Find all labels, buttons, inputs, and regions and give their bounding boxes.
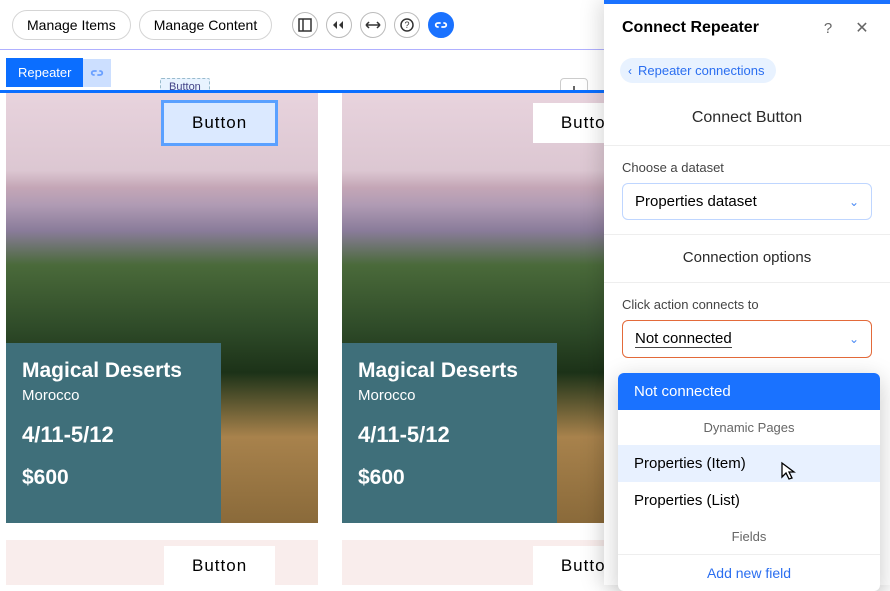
card-subtitle: Morocco bbox=[22, 387, 205, 404]
panel-header: Connect Repeater ? ✕ bbox=[604, 4, 890, 50]
dropdown-option-not-connected[interactable]: Not connected bbox=[618, 373, 880, 410]
svg-text:?: ? bbox=[405, 20, 410, 30]
card-button[interactable]: Button bbox=[164, 546, 275, 586]
section-connection-options: Connection options bbox=[604, 234, 890, 283]
layout-icon[interactable] bbox=[292, 12, 318, 38]
repeater-chip: Repeater bbox=[6, 58, 111, 87]
repeater-item[interactable]: Button bbox=[6, 540, 318, 585]
panel-title: Connect Repeater bbox=[622, 19, 818, 37]
chevron-down-icon: ⌄ bbox=[849, 195, 859, 209]
click-action-dropdown: Not connected Dynamic Pages Properties (… bbox=[618, 373, 880, 591]
close-icon[interactable]: ✕ bbox=[852, 18, 872, 38]
connect-data-icon[interactable] bbox=[428, 12, 454, 38]
manage-content-button[interactable]: Manage Content bbox=[139, 10, 273, 40]
back-chip[interactable]: ‹ Repeater connections bbox=[620, 58, 776, 83]
repeater-label[interactable]: Repeater bbox=[6, 58, 83, 87]
section-connect-button: Connect Button bbox=[604, 97, 890, 146]
chevron-down-icon: ⌄ bbox=[849, 332, 859, 346]
cursor-icon bbox=[780, 461, 798, 483]
dataset-label: Choose a dataset bbox=[622, 160, 872, 175]
card-info: Magical Deserts Morocco 4/11-5/12 $600 bbox=[6, 343, 221, 523]
card-info: Magical Deserts Morocco 4/11-5/12 $600 bbox=[342, 343, 557, 523]
add-new-field-button[interactable]: Add new field bbox=[618, 554, 880, 591]
dropdown-option-properties-list[interactable]: Properties (List) bbox=[618, 482, 880, 519]
card-button[interactable]: Button bbox=[164, 103, 275, 143]
dropdown-group-fields: Fields bbox=[618, 519, 880, 554]
repeater-connect-icon[interactable] bbox=[83, 59, 111, 87]
back-label: Repeater connections bbox=[638, 63, 764, 78]
card-dates: 4/11-5/12 bbox=[358, 422, 541, 448]
card-price: $600 bbox=[358, 466, 541, 490]
manage-items-button[interactable]: Manage Items bbox=[12, 10, 131, 40]
animation-icon[interactable] bbox=[326, 12, 352, 38]
connect-panel: Connect Repeater ? ✕ ‹ Repeater connecti… bbox=[604, 0, 890, 585]
stretch-icon[interactable] bbox=[360, 12, 386, 38]
chevron-left-icon: ‹ bbox=[628, 64, 632, 78]
card-title: Magical Deserts bbox=[358, 359, 541, 383]
click-action-select[interactable]: Not connected ⌄ bbox=[622, 320, 872, 358]
dataset-value: Properties dataset bbox=[635, 193, 757, 210]
dataset-field: Choose a dataset Properties dataset ⌄ bbox=[604, 146, 890, 228]
card-title: Magical Deserts bbox=[22, 359, 205, 383]
dropdown-option-properties-item[interactable]: Properties (Item) bbox=[618, 445, 880, 482]
card-price: $600 bbox=[22, 466, 205, 490]
dataset-select[interactable]: Properties dataset ⌄ bbox=[622, 183, 872, 220]
click-action-value: Not connected bbox=[635, 330, 732, 348]
click-action-label: Click action connects to bbox=[622, 297, 872, 312]
help-icon[interactable]: ? bbox=[818, 20, 838, 37]
click-action-field: Click action connects to Not connected ⌄ bbox=[604, 283, 890, 366]
card-dates: 4/11-5/12 bbox=[22, 422, 205, 448]
dropdown-group-dynamic-pages: Dynamic Pages bbox=[618, 410, 880, 445]
repeater-item[interactable]: Button Magical Deserts Morocco 4/11-5/12… bbox=[6, 93, 318, 523]
card-subtitle: Morocco bbox=[358, 387, 541, 404]
help-icon[interactable]: ? bbox=[394, 12, 420, 38]
